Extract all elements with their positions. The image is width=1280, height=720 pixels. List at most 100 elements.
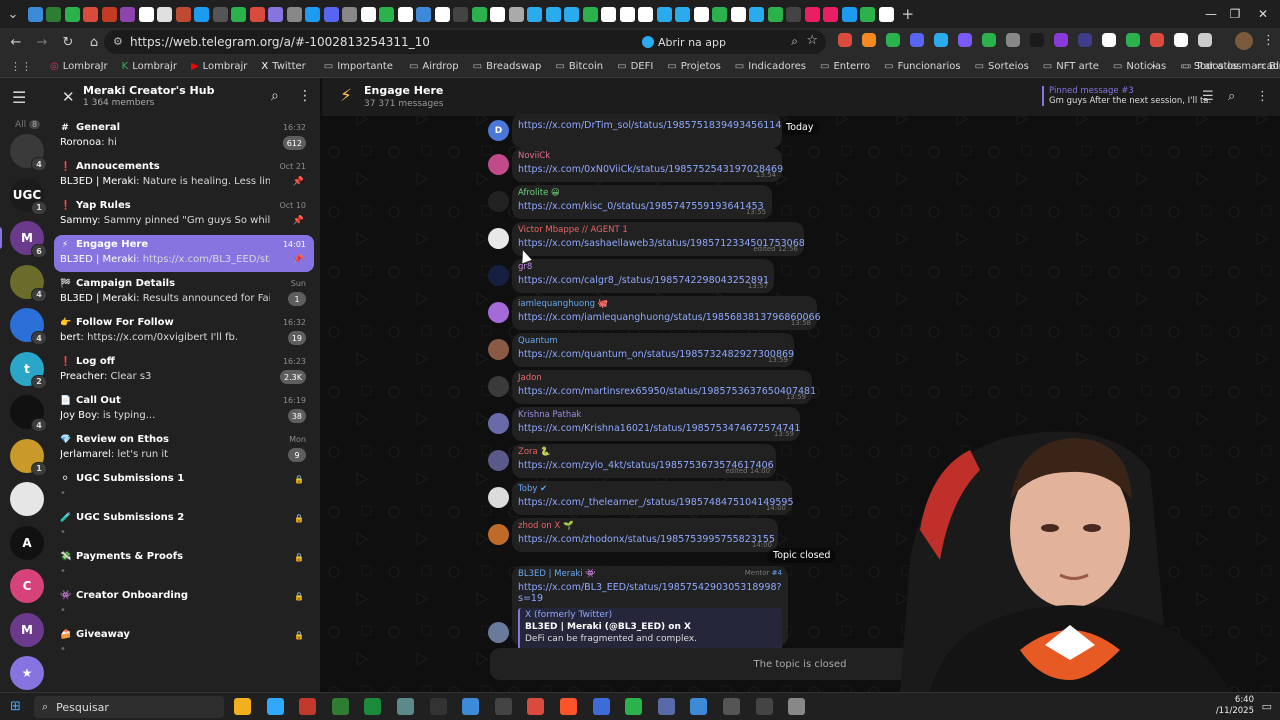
browser-tab[interactable]	[712, 6, 727, 22]
browser-tab[interactable]	[490, 6, 505, 22]
close-icon[interactable]: ✕	[62, 88, 75, 106]
message-link[interactable]: https://x.com/kisc_0/status/198574755919…	[518, 201, 766, 212]
extension-icon[interactable]	[1078, 33, 1092, 47]
browser-tab[interactable]	[434, 6, 450, 22]
message-bubble[interactable]: Zora 🐍 https://x.com/zylo_4kt/status/1985…	[512, 444, 776, 478]
browser-tab[interactable]	[878, 6, 894, 22]
bookmark-item[interactable]: ◎ LombraJr	[50, 61, 108, 72]
message-link[interactable]: https://x.com/zhodonx/status/19857539957…	[518, 534, 775, 545]
message-link[interactable]: https://x.com/Krishna16021/status/198575…	[518, 423, 800, 434]
avatar[interactable]	[488, 487, 509, 508]
bookmark-item[interactable]: ▭ Importante	[324, 61, 393, 72]
message-bubble[interactable]: Jadon https://x.com/martinsrex65950/statu…	[512, 370, 816, 404]
topic-item[interactable]: ❗ Yap Rules Sammy: Sammy pinned "Gm guys S…	[54, 196, 314, 233]
extension-icon[interactable]	[934, 33, 948, 47]
extension-icon[interactable]	[1198, 33, 1212, 47]
extension-icon[interactable]	[982, 33, 996, 47]
browser-tab[interactable]	[471, 6, 487, 22]
avatar[interactable]	[488, 154, 509, 175]
chat-search-icon[interactable]: ⌕	[1228, 89, 1235, 104]
browser-tab[interactable]	[212, 6, 228, 22]
browser-tab[interactable]	[416, 6, 431, 22]
topic-item[interactable]: 📄 Call Out Joy Boy: is typing... 16:19 38	[54, 391, 314, 428]
windows-start-icon[interactable]: ⊞	[10, 699, 21, 714]
all-chats-folder[interactable]: All 8	[15, 120, 41, 130]
bookmark-star-icon[interactable]: ☆	[806, 33, 818, 48]
reload-button[interactable]: ↻	[56, 30, 80, 54]
message-link[interactable]: https://x.com/_thelearner_/status/198574…	[518, 497, 794, 508]
back-button[interactable]: ←	[4, 30, 28, 54]
taskbar-app-icon[interactable]	[723, 698, 740, 715]
sender-name[interactable]: Krishna Pathak	[518, 410, 794, 420]
bookmark-item[interactable]: ▭ DEFI	[617, 61, 653, 72]
message-link[interactable]: https://x.com/BL3_EED/status/19857542903…	[518, 582, 782, 604]
message-bubble[interactable]: Afrolite 😀 https://x.com/kisc_0/status/19…	[512, 185, 772, 219]
avatar[interactable]	[488, 265, 509, 286]
browser-tab[interactable]	[249, 6, 265, 22]
browser-tab[interactable]	[527, 6, 542, 22]
browser-tab[interactable]	[231, 6, 246, 22]
browser-tab[interactable]	[194, 6, 209, 22]
browser-tab[interactable]	[693, 6, 709, 22]
message-bubble[interactable]: Victor Mbappe // AGENT 1 https://x.com/sa…	[512, 222, 805, 256]
all-bookmarks-folder[interactable]: ▭ Todos os marcadores	[1182, 61, 1280, 72]
avatar[interactable]	[488, 339, 509, 360]
sender-name[interactable]: iamlequanghuong 🐙	[518, 299, 811, 309]
topic-item[interactable]: 🍰 Giveaway • 🔒	[54, 625, 314, 662]
sender-name[interactable]: gr8	[518, 262, 768, 272]
extension-icon[interactable]	[958, 33, 972, 47]
extension-icon[interactable]	[1054, 33, 1068, 47]
folder-avatar[interactable]: 4	[10, 308, 47, 345]
apps-grid-icon[interactable]: ⋮⋮	[10, 60, 32, 73]
browser-tab[interactable]	[360, 6, 376, 22]
bookmark-item[interactable]: ▭ Enterro	[820, 61, 870, 72]
chat-more-icon[interactable]: ⋮	[1256, 89, 1269, 104]
extension-icon[interactable]	[1006, 33, 1020, 47]
avatar[interactable]	[488, 191, 509, 212]
sender-name[interactable]: zhod on X 🌱	[518, 521, 772, 531]
topic-item[interactable]: 🏁 Campaign Details BL3ED | Meraki: Results…	[54, 274, 314, 311]
taskbar-app-icon[interactable]	[397, 698, 414, 715]
browser-tab[interactable]	[656, 6, 672, 22]
sender-name[interactable]: Zora 🐍	[518, 447, 770, 457]
browser-tab[interactable]	[823, 6, 838, 22]
browser-tab[interactable]	[453, 6, 468, 22]
taskbar-app-icon[interactable]	[755, 698, 773, 715]
taskbar-app-icon[interactable]	[494, 698, 512, 715]
taskbar-app-icon[interactable]	[299, 698, 317, 715]
topic-item[interactable]: # General Roronoa: hi 16:32 612	[54, 118, 314, 155]
browser-tab[interactable]	[138, 6, 154, 22]
message-link[interactable]: https://x.com/DrTim_sol/status/198575183…	[518, 120, 781, 131]
bookmark-item[interactable]: X Twitter	[261, 61, 305, 72]
taskbar-app-icon[interactable]	[625, 698, 643, 715]
message-link[interactable]: https://x.com/martinsrex65950/status/198…	[518, 386, 816, 397]
hamburger-menu-icon[interactable]: ☰	[12, 88, 26, 107]
extension-icon[interactable]	[1126, 33, 1140, 47]
bookmark-item[interactable]: ▭ NFT arte	[1043, 61, 1099, 72]
avatar[interactable]	[488, 302, 509, 323]
message-bubble[interactable]: iamlequanghuong 🐙 https://x.com/iamlequan…	[512, 296, 821, 330]
browser-tab[interactable]	[619, 6, 635, 22]
bookmark-item[interactable]: ▭ Bitcoin	[555, 61, 603, 72]
folder-avatar[interactable]: C	[10, 569, 44, 603]
extension-icon[interactable]	[886, 33, 900, 47]
avatar[interactable]	[488, 413, 509, 434]
bookmark-item[interactable]: ▭ Airdrop	[409, 61, 459, 72]
folder-avatar[interactable]: UGC 1	[10, 177, 47, 215]
bookmark-item[interactable]: ▭ Projetos	[667, 61, 721, 72]
address-bar[interactable]: ⚙ https://web.telegram.org/a/#-100281325…	[104, 30, 826, 54]
taskbar-app-icon[interactable]	[429, 698, 447, 715]
extension-icon[interactable]	[1102, 33, 1116, 47]
folder-avatar[interactable]: M	[10, 612, 44, 647]
browser-tab[interactable]	[397, 6, 413, 22]
sender-name[interactable]: BL3ED | Meraki 👾	[518, 569, 596, 579]
topic-item[interactable]: 💎 Review on Ethos Jerlamarel: let's run it…	[54, 430, 314, 467]
site-info-icon[interactable]: ⚙	[113, 35, 123, 48]
bookmark-item[interactable]: ▭ Noticias	[1113, 61, 1166, 72]
browser-tab[interactable]	[582, 6, 598, 22]
browser-tab[interactable]	[749, 6, 764, 22]
browser-tab[interactable]	[305, 6, 320, 22]
bookmark-item[interactable]: ▭ Sorteios	[975, 61, 1029, 72]
taskbar-app-icon[interactable]	[657, 698, 675, 715]
browser-tab[interactable]	[286, 6, 302, 22]
